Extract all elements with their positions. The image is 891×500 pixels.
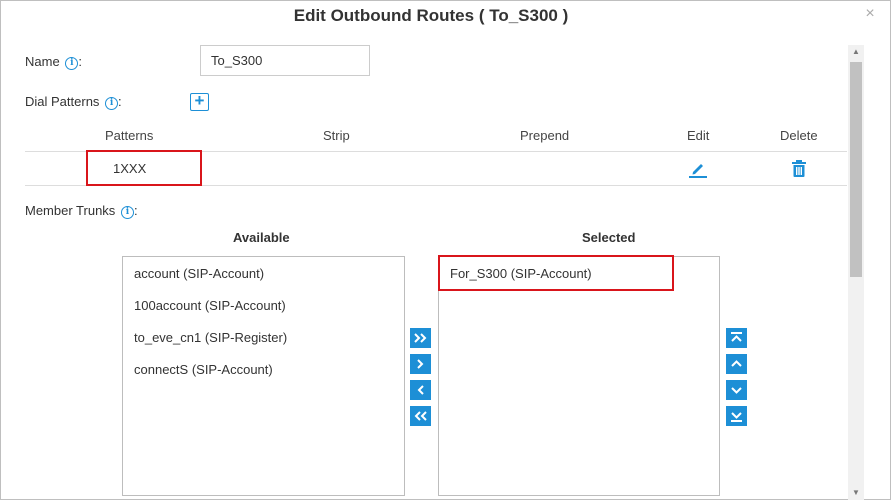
- pencil-icon[interactable]: [688, 159, 708, 179]
- list-item[interactable]: connectS (SIP-Account): [134, 362, 273, 377]
- move-to-top-button[interactable]: [726, 328, 747, 348]
- chevron-right-icon: [417, 359, 424, 369]
- edit-column-header: Edit: [687, 128, 710, 143]
- dial-patterns-label-colon: :: [118, 94, 122, 109]
- scroll-down-arrow-icon[interactable]: ▼: [848, 486, 864, 500]
- table-header-divider: [25, 151, 847, 152]
- list-item[interactable]: account (SIP-Account): [134, 266, 264, 281]
- list-item[interactable]: to_eve_cn1 (SIP-Register): [134, 330, 287, 345]
- selected-trunks-title: Selected: [582, 230, 636, 245]
- available-trunks-title: Available: [233, 230, 290, 245]
- delete-column-header: Delete: [780, 128, 818, 143]
- move-left-button[interactable]: [410, 380, 431, 400]
- list-item[interactable]: 100account (SIP-Account): [134, 298, 286, 313]
- add-dial-pattern-button[interactable]: +: [190, 91, 209, 111]
- pattern-cell: 1XXX: [113, 161, 147, 176]
- info-icon[interactable]: i: [65, 57, 79, 70]
- edit-outbound-route-dialog: Edit Outbound Routes ( To_S300 ) × Name …: [0, 0, 891, 500]
- close-icon[interactable]: ×: [861, 5, 879, 23]
- patterns-column-header: Patterns: [105, 128, 154, 143]
- selected-trunks-list[interactable]: For_S300 (SIP-Account): [438, 256, 720, 496]
- trash-icon[interactable]: [790, 159, 808, 179]
- available-trunks-list[interactable]: account (SIP-Account) 100account (SIP-Ac…: [122, 256, 405, 496]
- dial-patterns-label-group: Dial Patterns i:: [25, 94, 122, 110]
- info-icon[interactable]: i: [120, 206, 134, 219]
- strip-column-header: Strip: [323, 128, 350, 143]
- move-right-button[interactable]: [410, 354, 431, 374]
- chevron-down-icon: [731, 387, 742, 394]
- double-chevron-right-icon: [414, 333, 427, 343]
- chevron-up-icon: [731, 360, 742, 367]
- name-label: Name: [25, 54, 60, 69]
- name-input[interactable]: To_S300: [200, 45, 370, 76]
- move-up-button[interactable]: [726, 354, 747, 374]
- move-down-button[interactable]: [726, 380, 747, 400]
- member-trunks-label: Member Trunks: [25, 203, 116, 218]
- table-row-divider: [25, 185, 847, 186]
- prepend-column-header: Prepend: [520, 128, 570, 143]
- name-label-colon: :: [78, 54, 82, 69]
- list-item[interactable]: For_S300 (SIP-Account): [450, 266, 592, 281]
- move-all-left-button[interactable]: [410, 406, 431, 426]
- member-trunks-label-colon: :: [133, 203, 138, 218]
- dial-patterns-label: Dial Patterns: [25, 94, 100, 109]
- chevron-left-icon: [417, 385, 424, 395]
- info-icon[interactable]: i: [105, 97, 119, 110]
- member-trunks-label-group: Member Trunks i:: [25, 203, 138, 219]
- name-label-group: Name i:: [25, 54, 82, 70]
- move-to-bottom-icon: [731, 412, 742, 422]
- plus-square-icon: +: [194, 91, 205, 110]
- double-chevron-left-icon: [414, 411, 427, 421]
- dialog-title: Edit Outbound Routes ( To_S300 ): [293, 6, 569, 25]
- dialog-scrollbar[interactable]: ▲ ▼: [848, 45, 864, 500]
- move-to-top-icon: [731, 332, 742, 342]
- move-all-right-button[interactable]: [410, 328, 431, 348]
- move-to-bottom-button[interactable]: [726, 406, 747, 426]
- scroll-up-arrow-icon[interactable]: ▲: [848, 45, 864, 59]
- scrollbar-thumb[interactable]: [850, 62, 862, 277]
